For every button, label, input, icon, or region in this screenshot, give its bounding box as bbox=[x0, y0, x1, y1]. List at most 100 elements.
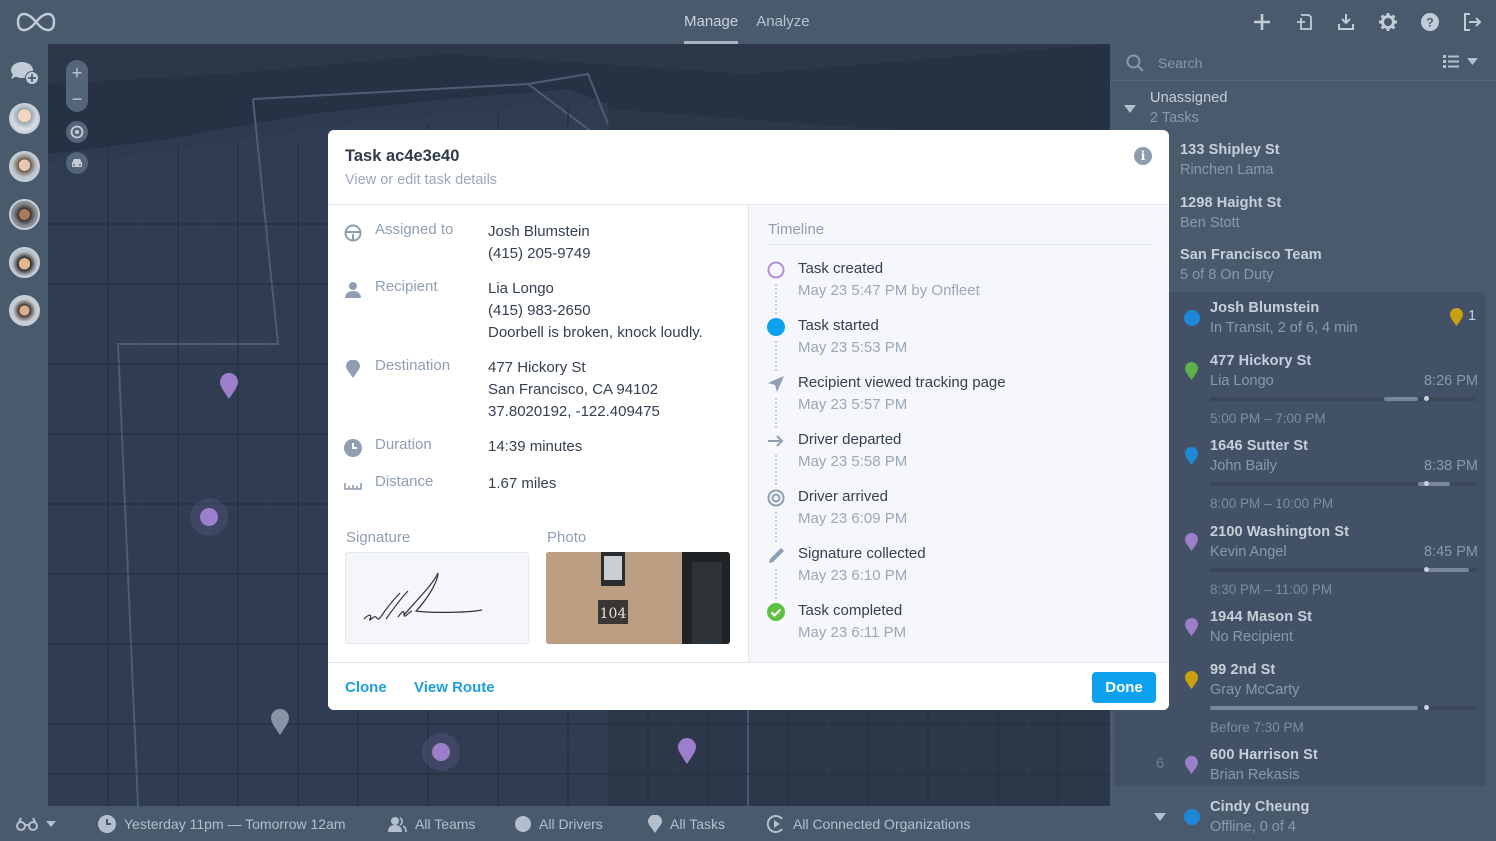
list-options-button[interactable] bbox=[1443, 55, 1478, 68]
signature-image[interactable] bbox=[345, 552, 529, 644]
team-name: San Francisco Team bbox=[1180, 247, 1322, 263]
search-icon bbox=[1126, 54, 1144, 72]
signature-label: Signature bbox=[346, 529, 411, 546]
list-item[interactable]: 6 600 Harrison St Brian Rekasis bbox=[1110, 747, 1496, 789]
view-route-button[interactable]: View Route bbox=[414, 679, 495, 696]
tab-manage[interactable]: Manage bbox=[684, 0, 739, 44]
map-task-pin[interactable] bbox=[270, 708, 290, 736]
task-pin-icon bbox=[648, 814, 662, 833]
destination-street: 477 Hickory St bbox=[488, 359, 586, 376]
map-driver-marker[interactable] bbox=[190, 498, 228, 536]
logout-icon[interactable] bbox=[1460, 10, 1484, 34]
zoom-out-button[interactable]: − bbox=[72, 90, 83, 108]
clone-button[interactable]: Clone bbox=[345, 679, 387, 696]
recipient-phone[interactable]: (415) 983-2650 bbox=[488, 300, 703, 322]
info-icon[interactable]: i bbox=[1134, 147, 1152, 165]
driver-avatar-2[interactable] bbox=[9, 151, 40, 182]
zoom-in-button[interactable]: + bbox=[72, 64, 83, 82]
driver-avatar-3[interactable] bbox=[9, 199, 40, 230]
locate-button[interactable] bbox=[66, 121, 88, 143]
map-task-pin[interactable] bbox=[677, 737, 697, 765]
unassigned-group[interactable]: Unassigned 2 Tasks bbox=[1110, 90, 1496, 132]
new-chat-icon[interactable] bbox=[10, 60, 40, 86]
driver-circle-icon bbox=[515, 815, 531, 832]
task-eta: 8:38 PM bbox=[1424, 458, 1478, 474]
driver-avatar-1[interactable] bbox=[9, 103, 40, 134]
task-address: 99 2nd St bbox=[1210, 662, 1276, 678]
download-icon[interactable] bbox=[1334, 10, 1358, 34]
task-details-modal: Task ac4e3e40 View or edit task details … bbox=[328, 130, 1169, 710]
detail-value: 14:39 minutes bbox=[488, 438, 583, 455]
driver-status-dot bbox=[1184, 809, 1200, 825]
team-icon bbox=[388, 816, 407, 832]
organizations-filter[interactable]: All Connected Organizations bbox=[767, 806, 970, 841]
target-icon bbox=[766, 488, 786, 508]
task-time-window: Before 7:30 PM bbox=[1210, 720, 1304, 735]
driver-status: In Transit, 2 of 6, 4 min bbox=[1210, 320, 1358, 336]
timeline-time: May 23 5:58 PM bbox=[798, 453, 908, 470]
task-pin-icon bbox=[1185, 671, 1198, 689]
organizations-label: All Connected Organizations bbox=[793, 815, 971, 832]
chevron-down-icon bbox=[1154, 813, 1166, 821]
modal-subtitle: View or edit task details bbox=[345, 172, 498, 188]
time-range-label: Yesterday 11pm — Tomorrow 12am bbox=[124, 815, 346, 832]
map-task-pin[interactable] bbox=[219, 372, 239, 400]
timeline-event: Task completed bbox=[798, 602, 903, 619]
modal-title: Task ac4e3e40 bbox=[345, 147, 460, 165]
plus-icon[interactable] bbox=[1250, 10, 1274, 34]
modal-header: Task ac4e3e40 View or edit task details … bbox=[328, 130, 1169, 205]
unassigned-title: Unassigned bbox=[1150, 90, 1228, 106]
ruler-icon bbox=[343, 475, 363, 495]
tab-analyze[interactable]: Analyze bbox=[756, 0, 809, 44]
task-badge-pin-icon bbox=[1450, 308, 1463, 326]
import-icon[interactable] bbox=[1292, 10, 1316, 34]
detail-label: Destination bbox=[375, 357, 451, 374]
gear-icon[interactable] bbox=[1376, 10, 1400, 34]
timeline-event: Driver arrived bbox=[798, 488, 889, 505]
teams-filter[interactable]: All Teams bbox=[387, 806, 475, 841]
timeline-connector bbox=[775, 398, 777, 428]
vehicles-button[interactable] bbox=[66, 152, 88, 174]
task-recipient: Brian Rekasis bbox=[1210, 767, 1300, 783]
chevron-down-icon bbox=[1124, 105, 1136, 113]
detail-label: Distance bbox=[375, 473, 434, 490]
top-bar: Manage Analyze ? bbox=[0, 0, 1496, 44]
task-time-window: 8:30 PM – 11:00 PM bbox=[1210, 582, 1333, 597]
task-recipient: Rinchen Lama bbox=[1180, 162, 1274, 178]
drivers-label: All Drivers bbox=[539, 815, 603, 832]
driver-row[interactable]: Cindy Cheung Offline, 0 of 4 bbox=[1110, 799, 1496, 841]
delivery-photo[interactable]: 104 bbox=[546, 552, 730, 644]
filled-circle-icon bbox=[766, 317, 786, 337]
search-bar bbox=[1110, 44, 1496, 81]
help-icon[interactable]: ? bbox=[1418, 10, 1442, 34]
task-address: 2100 Washington St bbox=[1210, 524, 1350, 540]
task-recipient: Gray McCarty bbox=[1210, 682, 1300, 698]
driver-phone[interactable]: (415) 205-9749 bbox=[488, 243, 591, 265]
drivers-filter[interactable]: All Drivers bbox=[515, 806, 603, 841]
task-pin-icon bbox=[1185, 447, 1198, 465]
map-driver-marker[interactable] bbox=[422, 733, 460, 771]
driver-name: Josh Blumstein bbox=[488, 223, 590, 240]
onfleet-logo-icon[interactable] bbox=[16, 10, 56, 34]
done-button[interactable]: Done bbox=[1092, 672, 1156, 703]
task-index: 6 bbox=[1156, 756, 1165, 772]
search-input[interactable] bbox=[1158, 52, 1408, 74]
list-icon bbox=[1443, 55, 1459, 68]
timeline-connector bbox=[775, 512, 777, 542]
driver-name: Cindy Cheung bbox=[1210, 799, 1310, 815]
time-window-bar bbox=[1210, 705, 1477, 710]
map-zoom-control: + − bbox=[66, 60, 88, 112]
task-recipient: No Recipient bbox=[1210, 629, 1294, 645]
driver-avatar-4[interactable] bbox=[9, 247, 40, 278]
teams-label: All Teams bbox=[415, 815, 476, 832]
clock-icon bbox=[98, 814, 116, 833]
driver-status: Offline, 0 of 4 bbox=[1210, 819, 1296, 835]
driver-name: Josh Blumstein bbox=[1210, 300, 1320, 316]
map-view-toggle[interactable] bbox=[16, 806, 56, 841]
tasks-filter[interactable]: All Tasks bbox=[648, 806, 725, 841]
time-range-filter[interactable]: Yesterday 11pm — Tomorrow 12am bbox=[98, 806, 346, 841]
time-window-bar bbox=[1210, 567, 1477, 572]
driver-avatar-5[interactable] bbox=[9, 295, 40, 326]
person-icon bbox=[343, 280, 363, 300]
steering-wheel-icon bbox=[343, 223, 363, 243]
